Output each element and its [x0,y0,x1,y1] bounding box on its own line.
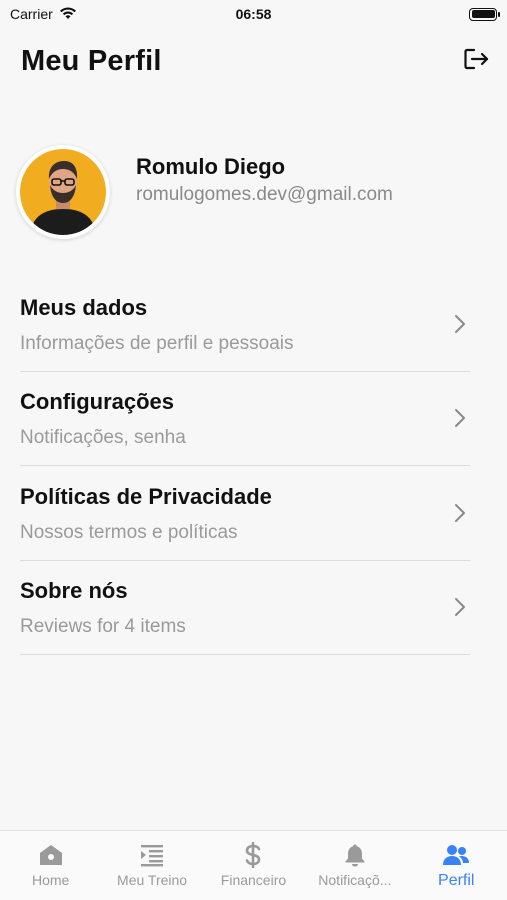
menu-item-meus-dados[interactable]: Meus dados Informações de perfil e pesso… [20,277,470,372]
menu-item-text: Configurações Notificações, senha [20,387,186,449]
avatar-image [20,149,106,235]
logout-icon [463,47,489,76]
list-indent-icon [139,843,165,867]
profile-card: Romulo Diego romulogomes.dev@gmail.com [16,144,491,240]
tab-label: Perfil [438,872,475,889]
header: Meu Perfil [21,40,491,82]
menu-item-text: Sobre nós Reviews for 4 items [20,576,186,638]
chevron-right-icon [455,314,465,333]
menu-item-title: Meus dados [20,294,148,320]
tab-bar: Home Meu Treino Financeiro Notificaçõ...… [0,830,507,900]
menu-item-configuracoes[interactable]: Configurações Notificações, senha [20,372,470,466]
menu-item-subtitle: Reviews for 4 items [20,616,186,638]
profile-email: romulogomes.dev@gmail.com [136,184,393,205]
wifi-icon [59,6,77,23]
chevron-right-icon [455,598,465,617]
status-bar: Carrier 06:58 [0,0,507,28]
profile-info: Romulo Diego romulogomes.dev@gmail.com [136,154,393,206]
tab-meu-treino[interactable]: Meu Treino [102,843,202,888]
profile-name: Romulo Diego [136,154,286,179]
tab-label: Financeiro [220,872,287,888]
home-icon [38,843,64,867]
menu-item-sobre-nos[interactable]: Sobre nós Reviews for 4 items [20,561,470,655]
chevron-right-icon [455,503,465,522]
menu-item-text: Meus dados Informações de perfil e pesso… [20,293,294,355]
menu-item-subtitle: Notificações, senha [20,427,186,449]
menu-item-subtitle: Informações de perfil e pessoais [20,332,294,354]
menu-item-text: Políticas de Privacidade Nossos termos e… [20,482,272,544]
tab-perfil[interactable]: Perfil [406,843,506,890]
carrier-label: Carrier [10,6,53,22]
menu-item-title: Configurações [20,389,175,415]
menu-item-subtitle: Nossos termos e políticas [20,521,238,543]
status-left: Carrier [10,6,77,23]
status-time: 06:58 [235,6,272,22]
tab-home[interactable]: Home [1,843,101,888]
logout-button[interactable] [461,46,491,76]
profile-menu: Meus dados Informações de perfil e pesso… [20,277,470,655]
dollar-icon [244,842,262,868]
tab-label: Home [32,872,70,888]
tab-financeiro[interactable]: Financeiro [203,842,303,888]
bell-icon [344,843,366,867]
avatar[interactable] [16,145,110,239]
menu-item-title: Políticas de Privacidade [20,483,272,509]
chevron-right-icon [455,409,465,428]
tab-label: Meu Treino [117,872,188,888]
page-title: Meu Perfil [21,44,162,77]
tab-label: Notificaçõ... [318,872,392,888]
users-icon [442,843,470,867]
tab-notificacoes[interactable]: Notificaçõ... [305,843,405,888]
menu-item-politicas-de-privacidade[interactable]: Políticas de Privacidade Nossos termos e… [20,466,470,561]
menu-item-title: Sobre nós [20,578,128,604]
battery-icon [469,7,500,21]
